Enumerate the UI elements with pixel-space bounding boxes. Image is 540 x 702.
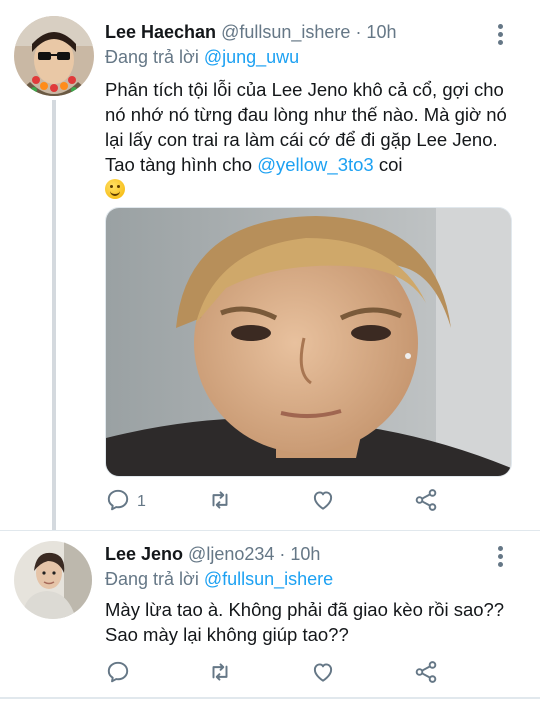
tweet-header: Lee Haechan @fullsun_ishere · 10h [105,22,396,43]
like-button[interactable] [310,660,336,688]
replying-to-label: Đang trả lời [105,569,204,589]
replying-to-label: Đang trả lời [105,47,204,67]
reply-count: 1 [137,493,146,510]
tweet-lee-haechan[interactable]: Lee Haechan @fullsun_ishere · 10h Đang t… [0,0,540,530]
share-icon [413,487,439,518]
tweet-actions: 1 [105,488,525,516]
more-icon[interactable] [498,546,504,570]
tweet-media-image[interactable] [105,207,512,477]
handle[interactable]: @ljeno234 [188,544,274,564]
retweet-button[interactable] [207,660,233,688]
tweet-lee-jeno[interactable]: Lee Jeno @ljeno234 · 10h Đang trả lời @f… [0,530,540,702]
reply-icon [105,659,131,690]
timestamp[interactable]: · 10h [279,544,320,564]
reply-button[interactable]: 1 [105,488,146,516]
reply-button[interactable] [105,660,131,688]
tweet-text: Mày lừa tao à. Không phải đã giao kèo rồ… [105,599,505,645]
more-icon[interactable] [498,24,504,48]
share-button[interactable] [413,488,439,516]
tweet-header: Lee Jeno @ljeno234 · 10h [105,544,320,565]
slightly-smiling-face-icon [105,179,125,199]
tweet-actions [105,660,525,688]
retweet-button[interactable] [207,488,233,516]
display-name[interactable]: Lee Jeno [105,544,183,564]
like-icon [310,659,336,690]
reply-icon [105,487,131,518]
replying-to: Đang trả lời @fullsun_ishere [105,569,333,590]
like-button[interactable] [310,488,336,516]
avatar[interactable] [14,541,92,619]
divider [0,697,540,699]
divider [0,530,540,531]
like-icon [310,487,336,518]
tweet-text: Phân tích tội lỗi của Lee Jeno khô cả cổ… [105,77,515,202]
avatar[interactable] [14,16,94,96]
retweet-icon [207,659,233,690]
replying-to-mention[interactable]: @fullsun_ishere [204,569,333,589]
mention-link[interactable]: @yellow_3to3 [257,154,373,175]
tweet-text-part: coi [373,154,403,175]
share-icon [413,659,439,690]
replying-to: Đang trả lời @jung_uwu [105,47,299,68]
timestamp[interactable]: · 10h [355,22,396,42]
retweet-icon [207,487,233,518]
replying-to-mention[interactable]: @jung_uwu [204,47,299,67]
share-button[interactable] [413,660,439,688]
handle[interactable]: @fullsun_ishere [221,22,350,42]
display-name[interactable]: Lee Haechan [105,22,216,42]
thread-line [52,100,56,530]
